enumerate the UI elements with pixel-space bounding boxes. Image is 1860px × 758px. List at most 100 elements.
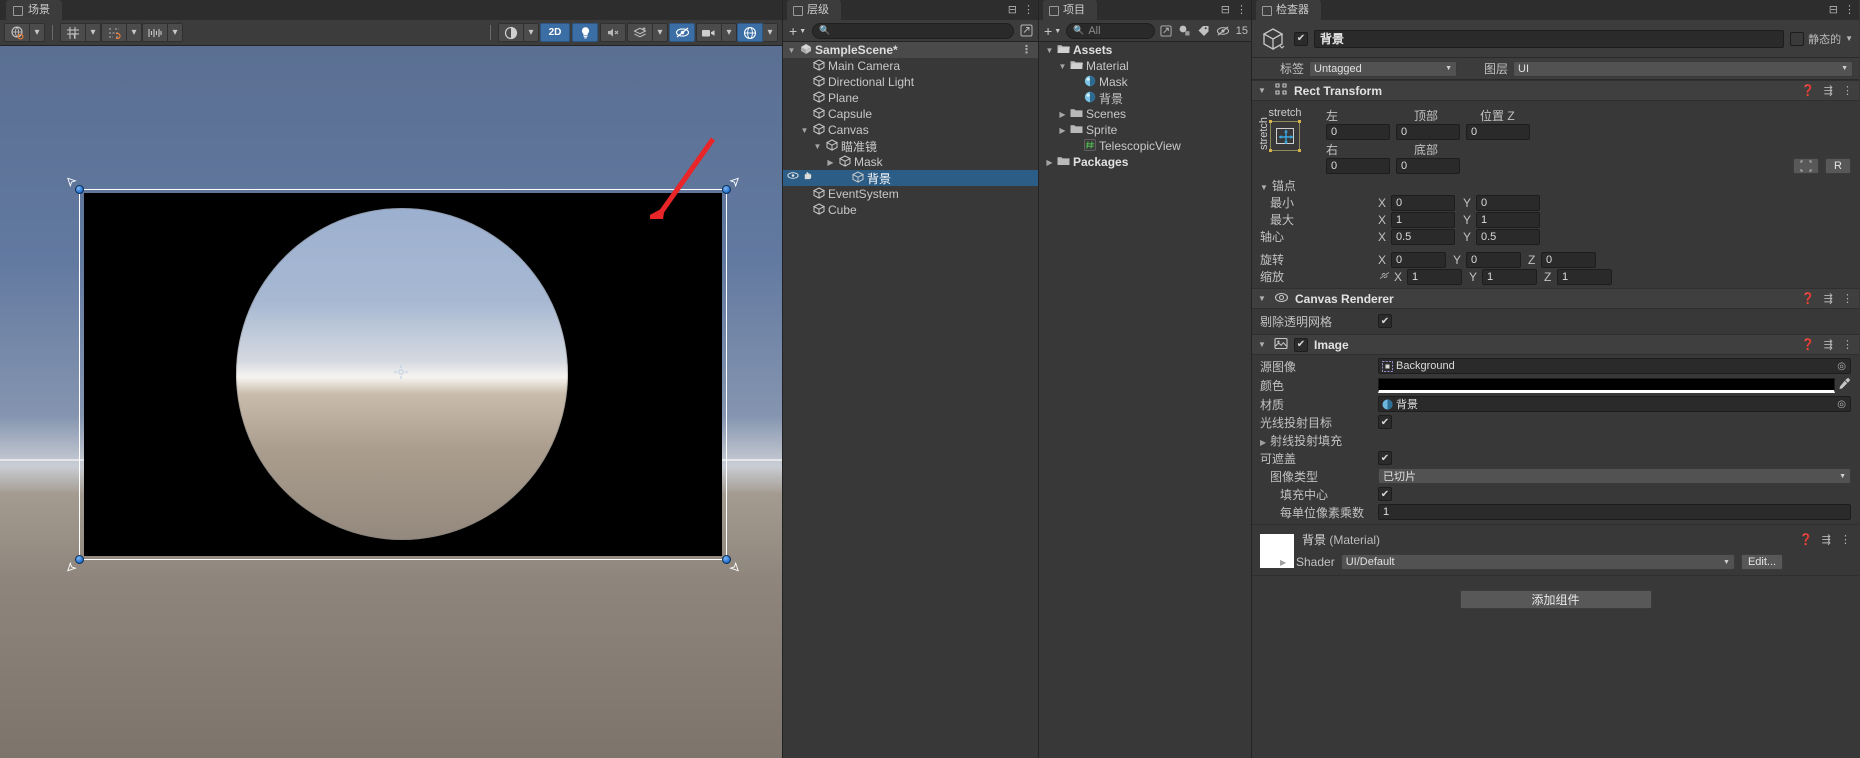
pivot-rotation-caret-icon[interactable]: ▾ [30,23,45,42]
panel-menu-icon[interactable]: ⋮ [1023,3,1034,16]
scene-visibility-project-icon[interactable] [1215,24,1231,38]
component-header-image[interactable]: ▼ ✔ Image ❓ ⇶ ⋮ [1252,334,1859,355]
hierarchy-item-5[interactable]: ▼ 瞄准镜 [783,138,1038,154]
project-popout-icon[interactable] [1158,24,1174,38]
resize-handle-top-left[interactable] [75,185,84,194]
hierarchy-item-8[interactable]: ▸ EventSystem [783,186,1038,202]
component-header-canvas-renderer[interactable]: ▼ Canvas Renderer ❓ ⇶ ⋮ [1252,288,1859,309]
hierarchy-item-2[interactable]: ▸ Plane [783,90,1038,106]
rotation-z-input[interactable]: 0 [1541,251,1596,268]
image-type-dropdown[interactable]: 已切片 ▼ [1378,468,1851,484]
project-foldout-arrow-4-icon[interactable]: ▶ [1056,110,1069,119]
grid-visibility-icon[interactable]: Y [60,23,86,42]
tag-dropdown[interactable]: Untagged ▼ [1309,60,1457,77]
kebab-icon-rect[interactable]: ⋮ [1842,84,1853,97]
scale-y-input[interactable]: 1 [1482,268,1537,285]
anchor-preset-square[interactable] [1269,120,1301,152]
help-icon-cr[interactable]: ❓ [1801,292,1815,305]
foldout-arrow-6-icon[interactable]: ▶ [824,158,837,167]
gameobject-enabled-checkbox[interactable]: ✔ [1294,31,1308,46]
tab-project[interactable]: 项目 [1043,0,1097,20]
scene-visibility-toggle-icon[interactable] [669,23,695,42]
scene-visibility-toggle-row[interactable] [787,171,813,180]
foldout-arrow-material-icon[interactable]: ▶ [1280,558,1290,567]
foldout-arrow-image-icon[interactable]: ▼ [1258,340,1268,349]
hierarchy-item-9[interactable]: ▸ Cube [783,202,1038,218]
project-item-7[interactable]: ▶ Packages [1039,154,1251,170]
material-picker-icon[interactable]: ◎ [1837,399,1848,410]
foldout-arrow-raycast-padding-icon[interactable]: ▶ [1260,438,1266,447]
tab-scene[interactable]: 场景 [6,0,62,20]
help-icon-rect[interactable]: ❓ [1801,84,1815,97]
hierarchy-item-7[interactable]: ▸ 背景 [783,170,1038,186]
maskable-checkbox[interactable]: ✔ [1378,451,1392,465]
eyedropper-icon[interactable] [1835,377,1853,393]
resize-handle-bottom-left[interactable] [75,555,84,564]
anchor-max-y-input[interactable]: 1 [1476,211,1540,228]
project-foldout-arrow-0-icon[interactable]: ▼ [1043,46,1056,55]
inspector-lock-icon[interactable]: ⊟ [1829,3,1838,16]
anchor-handle-top-right-icon[interactable] [729,177,739,188]
project-item-3[interactable]: ▸ 背景 [1039,90,1251,106]
snap-increment-caret-icon[interactable]: ▾ [168,23,183,42]
anchor-handle-top-left-icon[interactable] [67,177,77,188]
add-component-button[interactable]: 添加组件 [1459,590,1652,609]
tab-inspector[interactable]: 检查器 [1256,0,1321,20]
lighting-toggle-icon[interactable] [572,23,598,42]
hierarchy-popout-icon[interactable] [1018,24,1034,38]
hierarchy-item-0[interactable]: ▸ Main Camera [783,58,1038,74]
fx-caret-icon[interactable]: ▾ [653,23,668,42]
scale-z-input[interactable]: 1 [1557,268,1612,285]
scene-foldout-arrow-icon[interactable]: ▼ [785,46,798,55]
preset-icon-material[interactable]: ⇶ [1822,533,1831,546]
preset-icon-cr[interactable]: ⇶ [1824,292,1833,305]
raw-edit-mode-button[interactable] [1793,158,1819,174]
anchor-handle-bottom-left-icon[interactable] [67,561,77,572]
image-enabled-checkbox[interactable]: ✔ [1294,337,1308,352]
component-header-rect-transform[interactable]: ▼ Rect Transform ❓ ⇶ ⋮ [1252,80,1859,101]
scene-viewport[interactable] [0,46,782,758]
preset-icon-image[interactable]: ⇶ [1824,338,1833,351]
camera-settings-caret-icon[interactable]: ▾ [722,23,737,42]
audio-toggle-icon[interactable] [600,23,626,42]
shading-mode-icon[interactable] [498,23,524,42]
gizmos-caret-icon[interactable]: ▾ [763,23,778,42]
2d-toggle-button[interactable]: 2D [540,23,570,42]
left-input[interactable]: 0 [1326,124,1390,140]
hierarchy-search-input[interactable]: 🔍 [812,22,1014,39]
pivot-rotation-icon[interactable] [4,23,30,42]
create-asset-button[interactable]: + ▼ [1042,23,1063,39]
posz-input[interactable]: 0 [1466,124,1530,140]
anchor-min-y-input[interactable]: 0 [1476,194,1540,211]
pivot-x-input[interactable]: 0.5 [1391,228,1455,245]
static-checkbox[interactable] [1790,31,1805,46]
scale-x-input[interactable]: 1 [1407,268,1462,285]
project-foldout-arrow-1-icon[interactable]: ▼ [1056,62,1069,71]
source-image-field[interactable]: Background ◎ [1378,358,1851,374]
rotation-x-input[interactable]: 0 [1391,251,1446,268]
grid-snapping-icon[interactable] [101,23,127,42]
grid-snapping-caret-icon[interactable]: ▾ [127,23,142,42]
right-input[interactable]: 0 [1326,158,1390,174]
gizmos-toggle-icon[interactable] [737,23,763,42]
panel-lock-icon[interactable]: ⊟ [1008,3,1017,16]
edit-shader-button[interactable]: Edit... [1740,554,1784,570]
anchor-max-x-input[interactable]: 1 [1391,211,1455,228]
project-foldout-arrow-7-icon[interactable]: ▶ [1043,158,1056,167]
kebab-icon-material[interactable]: ⋮ [1840,533,1851,546]
kebab-icon-image[interactable]: ⋮ [1842,338,1853,351]
project-item-1[interactable]: ▼ Material [1039,58,1251,74]
preset-icon-rect[interactable]: ⇶ [1824,84,1833,97]
help-icon-material[interactable]: ❓ [1799,533,1813,546]
shader-dropdown[interactable]: UI/Default ▼ [1340,554,1735,570]
scene-context-menu-icon[interactable]: ⋮ [1021,43,1032,56]
raycast-target-checkbox[interactable]: ✔ [1378,415,1392,429]
snap-increment-icon[interactable] [142,23,168,42]
cull-transparent-mesh-checkbox[interactable]: ✔ [1378,314,1392,328]
hierarchy-item-3[interactable]: ▸ Capsule [783,106,1038,122]
foldout-arrow-5-icon[interactable]: ▼ [811,142,824,151]
grid-visibility-caret-icon[interactable]: ▾ [86,23,101,42]
anchor-handle-bottom-right-icon[interactable] [729,561,739,572]
layer-dropdown[interactable]: UI ▼ [1513,60,1853,77]
bottom-input[interactable]: 0 [1396,158,1460,174]
